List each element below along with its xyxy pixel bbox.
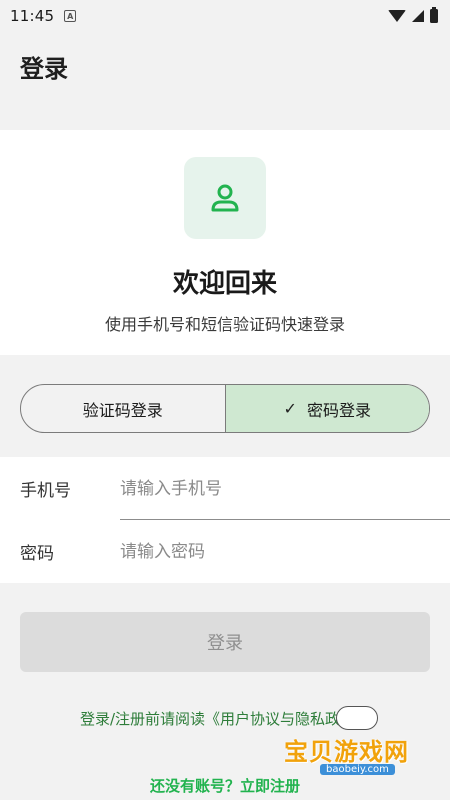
battery-icon <box>430 7 438 23</box>
tab-sms-code-login[interactable]: 验证码登录 <box>21 385 226 432</box>
password-row: 密码 <box>0 520 450 583</box>
app-bar: 登录 <box>0 32 450 100</box>
status-bar: 11:45 A <box>0 0 450 32</box>
wifi-icon <box>388 10 406 22</box>
status-icons <box>388 7 438 23</box>
register-link[interactable]: 还没有账号？立即注册 <box>0 775 450 796</box>
phone-row: 手机号 <box>0 457 450 520</box>
agreement-link[interactable]: 登录/注册前请阅读《用户协议与隐私政策》 <box>0 708 450 729</box>
login-form: 手机号 密码 <box>0 457 450 583</box>
check-icon: ✓ <box>283 399 297 418</box>
phone-input[interactable] <box>120 478 420 499</box>
watermark-url: baobeiy.com <box>320 764 395 775</box>
welcome-subtitle: 使用手机号和短信验证码快速登录 <box>104 315 345 334</box>
phone-label: 手机号 <box>20 481 71 501</box>
notification-icon: A <box>64 10 77 22</box>
signal-icon <box>412 10 424 22</box>
status-time: 11:45 <box>10 7 55 25</box>
watermark-text: 宝贝游戏网 <box>284 738 409 766</box>
welcome-title: 欢迎回来 <box>172 269 277 299</box>
page-title: 登录 <box>20 54 68 83</box>
password-input[interactable] <box>120 541 420 562</box>
login-mode-toggle: 验证码登录 ✓ 密码登录 <box>20 384 430 433</box>
avatar <box>184 157 266 239</box>
tab-sms-code-login-label: 验证码登录 <box>82 400 163 420</box>
login-button[interactable]: 登录 <box>20 612 430 672</box>
tab-password-login[interactable]: ✓ 密码登录 <box>225 385 429 432</box>
password-label: 密码 <box>20 544 54 564</box>
welcome-section: 欢迎回来 使用手机号和短信验证码快速登录 <box>0 130 450 355</box>
user-icon <box>211 184 239 212</box>
tab-password-login-label: 密码登录 <box>306 400 371 420</box>
